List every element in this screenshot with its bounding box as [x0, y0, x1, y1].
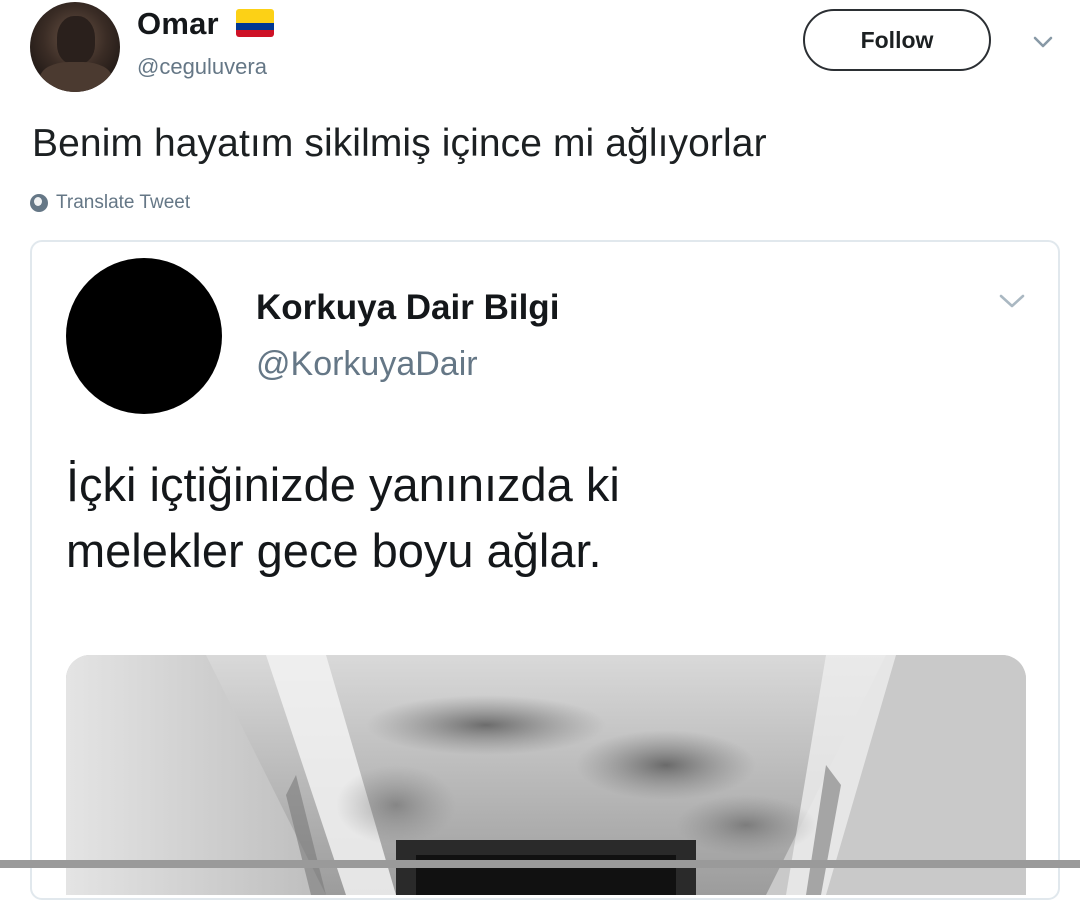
- quoted-tweet-text: İçki içtiğinizde yanınızda ki melekler g…: [66, 452, 966, 584]
- user-handle[interactable]: @ceguluvera: [137, 54, 267, 80]
- quoted-user-avatar[interactable]: [66, 258, 222, 414]
- quoted-text-line: melekler gece boyu ağlar.: [66, 524, 602, 577]
- user-avatar[interactable]: [30, 2, 120, 92]
- globe-icon: [30, 194, 48, 212]
- screen-edge-bar: [0, 860, 1080, 868]
- quoted-display-name[interactable]: Korkuya Dair Bilgi: [256, 288, 559, 328]
- chevron-down-icon[interactable]: [1030, 32, 1056, 52]
- tweet-photo[interactable]: [66, 655, 1026, 895]
- translate-label: Translate Tweet: [56, 192, 191, 213]
- chevron-down-icon[interactable]: [996, 290, 1028, 312]
- quoted-text-line: İçki içtiğinizde yanınızda ki: [66, 458, 620, 511]
- follow-button[interactable]: Follow: [803, 9, 991, 71]
- translate-tweet-link[interactable]: Translate Tweet: [30, 192, 190, 214]
- photo-scene: [66, 655, 1026, 895]
- quoted-user-handle[interactable]: @KorkuyaDair: [256, 345, 478, 384]
- tweet-text: Benim hayatım sikilmiş içince mi ağlıyor…: [32, 122, 767, 165]
- colombia-flag-icon: [236, 9, 274, 37]
- display-name[interactable]: Omar: [137, 6, 219, 42]
